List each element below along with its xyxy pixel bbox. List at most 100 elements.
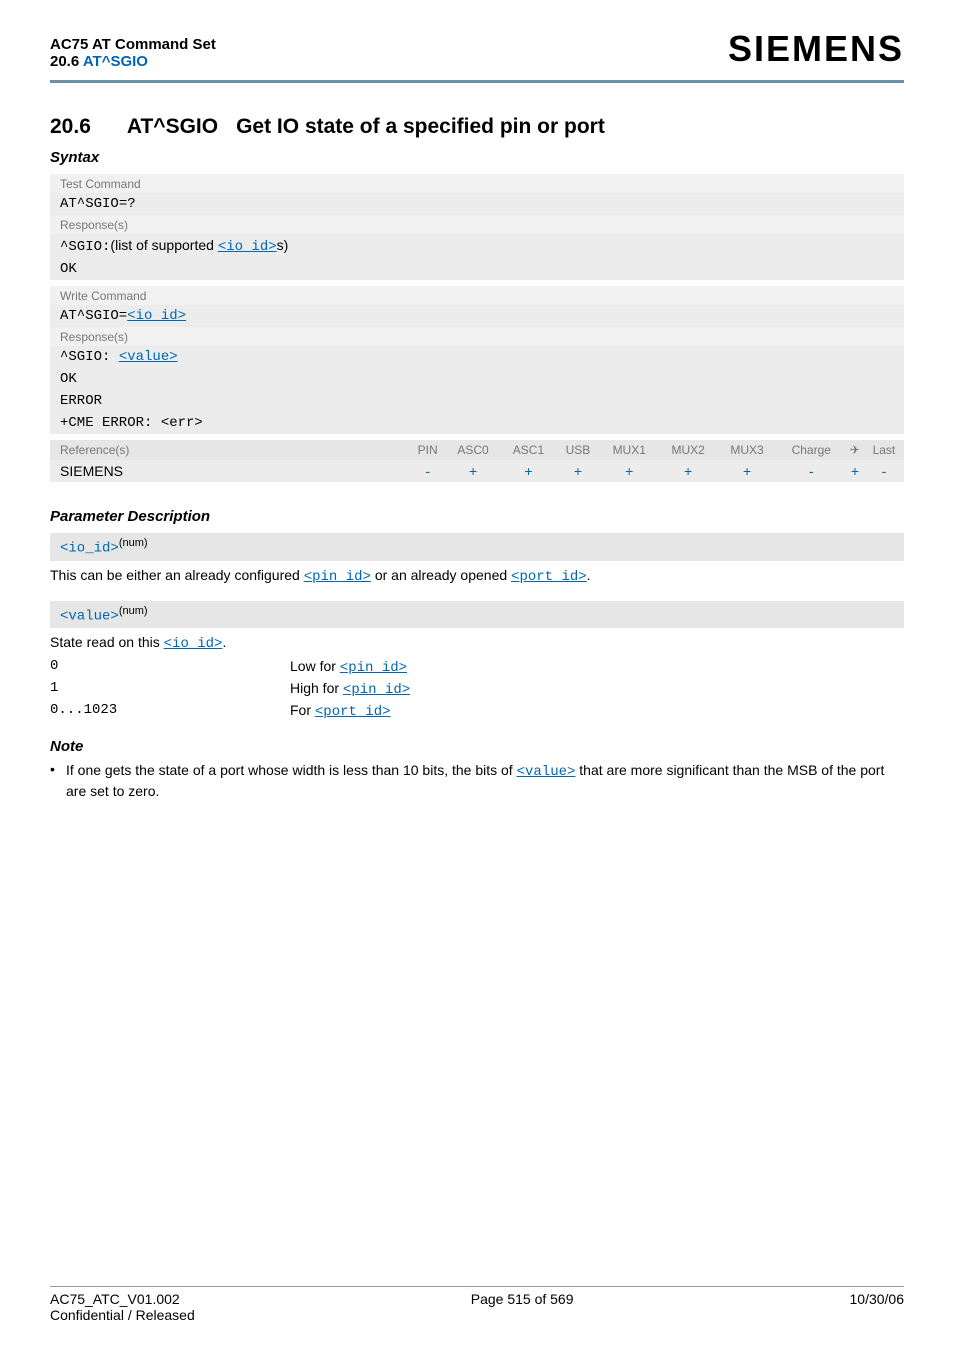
note-heading: Note [50,738,904,755]
test-response-line: ^SGIO:(list of supported <io_id>s) [50,234,904,258]
ref-val-3: + [556,460,600,482]
value-desc: State read on this <io_id>. [50,634,904,652]
io-id-link[interactable]: <io_id> [127,308,186,324]
param-value: <value>(num) [50,601,904,629]
ref-head-plane-icon: ✈ [846,440,864,460]
pin-id-link[interactable]: <pin_id> [340,660,407,676]
port-id-link[interactable]: <port_id> [315,704,391,720]
section-cmd: AT^SGIO [127,115,218,139]
value-col2: Low for <pin_id> [290,658,407,676]
write-command-line: AT^SGIO=<io_id> [50,305,904,327]
p1-post: . [587,567,591,583]
value-col1: 1 [50,680,290,698]
value-row: 0...1023 For <port_id> [50,702,904,720]
write-error-line: ERROR [50,390,904,412]
header-sub: 20.6 AT^SGIO [50,53,216,70]
value-col1: 0...1023 [50,702,290,720]
row1-pre: High for [290,680,343,696]
ref-val-9: - [864,460,904,482]
write-command-bar: Write Command [50,286,904,305]
page-footer: AC75_ATC_V01.002 Confidential / Released… [50,1286,904,1323]
test-ok-line: OK [50,258,904,280]
pin-id-link[interactable]: <pin_id> [304,569,371,585]
port-id-link[interactable]: <port_id> [511,569,587,585]
note-text: If one gets the state of a port whose wi… [66,761,904,801]
bullet-icon: • [50,761,66,801]
footer-right: 10/30/06 [850,1291,905,1323]
value-link[interactable]: <value> [119,349,178,365]
write-cmd-pre: AT^SGIO= [60,308,127,324]
row2-pre: For [290,702,315,718]
p1-pre: This can be either an already configured [50,567,304,583]
ref-val-7: - [777,460,847,482]
ref-head-row: Reference(s) PIN ASC0 ASC1 USB MUX1 MUX2… [50,440,904,460]
write-response-bar: Response(s) [50,327,904,346]
ref-body-row: SIEMENS - + + + + + + - + - [50,460,904,482]
section-heading: 20.6 AT^SGIO Get IO state of a specified… [50,115,904,139]
value-row: 0 Low for <pin_id> [50,658,904,676]
value-col2: For <port_id> [290,702,391,720]
ref-head-8: Charge [777,440,847,460]
note-body: • If one gets the state of a port whose … [50,761,904,801]
io-id-link[interactable]: <io_id> [164,636,223,652]
header-left: AC75 AT Command Set 20.6 AT^SGIO [50,36,216,70]
section-number: 20.6 [50,115,91,139]
ref-val-8: + [846,460,864,482]
ref-head-5: MUX1 [600,440,659,460]
io-id-desc: This can be either an already configured… [50,567,904,585]
ref-val-5: + [659,460,718,482]
syntax-label: Syntax [50,149,904,166]
write-resp-pre: ^SGIO: [60,349,119,365]
test-response-bar: Response(s) [50,215,904,234]
ref-val-2: + [501,460,556,482]
ref-head-6: MUX2 [659,440,718,460]
io-id-link[interactable]: <io_id> [60,541,119,557]
ref-val-6: + [718,460,777,482]
siemens-logo: SIEMENS [728,28,904,70]
value-col1: 0 [50,658,290,676]
ref-head-2: ASC0 [445,440,500,460]
row0-pre: Low for [290,658,340,674]
ref-head-4: USB [556,440,600,460]
ref-val-4: + [600,460,659,482]
header-model: AC75 AT Command Set [50,36,216,53]
write-resp-line1: ^SGIO: <value> [50,346,904,368]
write-cme-line: +CME ERROR: <err> [50,412,904,434]
p2-pre: State read on this [50,634,164,650]
value-link[interactable]: <value> [517,764,576,780]
test-cmd-pre: AT^SGIO [60,196,119,212]
param-io-id: <io_id>(num) [50,533,904,561]
test-resp-post: s) [277,237,289,253]
param-sup: (num) [119,537,148,549]
ref-head-3: ASC1 [501,440,556,460]
ref-val-0: - [410,460,445,482]
test-command-line: AT^SGIO=? [50,193,904,215]
param-sup: (num) [119,605,148,617]
header-sub-pre: 20.6 [50,53,83,70]
pin-id-link[interactable]: <pin_id> [343,682,410,698]
test-cmd-post: =? [119,196,136,212]
value-table: 0 Low for <pin_id> 1 High for <pin_id> 0… [50,658,904,720]
ref-name: SIEMENS [50,460,410,482]
p1-mid: or an already opened [371,567,511,583]
footer-left1: AC75_ATC_V01.002 [50,1291,195,1307]
test-resp-pre: ^SGIO: [60,239,110,255]
footer-mid: Page 515 of 569 [471,1291,574,1323]
param-desc-label: Parameter Description [50,508,904,525]
header-sub-link[interactable]: AT^SGIO [83,53,148,70]
io-id-link[interactable]: <io_id> [218,239,277,255]
p2-post: . [222,634,226,650]
ref-head-1: PIN [410,440,445,460]
page-header: AC75 AT Command Set 20.6 AT^SGIO SIEMENS [50,28,904,83]
note-pre: If one gets the state of a port whose wi… [66,762,517,778]
ref-head-0: Reference(s) [50,440,410,460]
test-resp-mid: (list of supported [110,237,217,253]
value-row: 1 High for <pin_id> [50,680,904,698]
footer-left2: Confidential / Released [50,1307,195,1323]
test-command-bar: Test Command [50,174,904,193]
ref-head-7: MUX3 [718,440,777,460]
value-col2: High for <pin_id> [290,680,410,698]
value-link[interactable]: <value> [60,608,119,624]
footer-left: AC75_ATC_V01.002 Confidential / Released [50,1291,195,1323]
ref-val-1: + [445,460,500,482]
